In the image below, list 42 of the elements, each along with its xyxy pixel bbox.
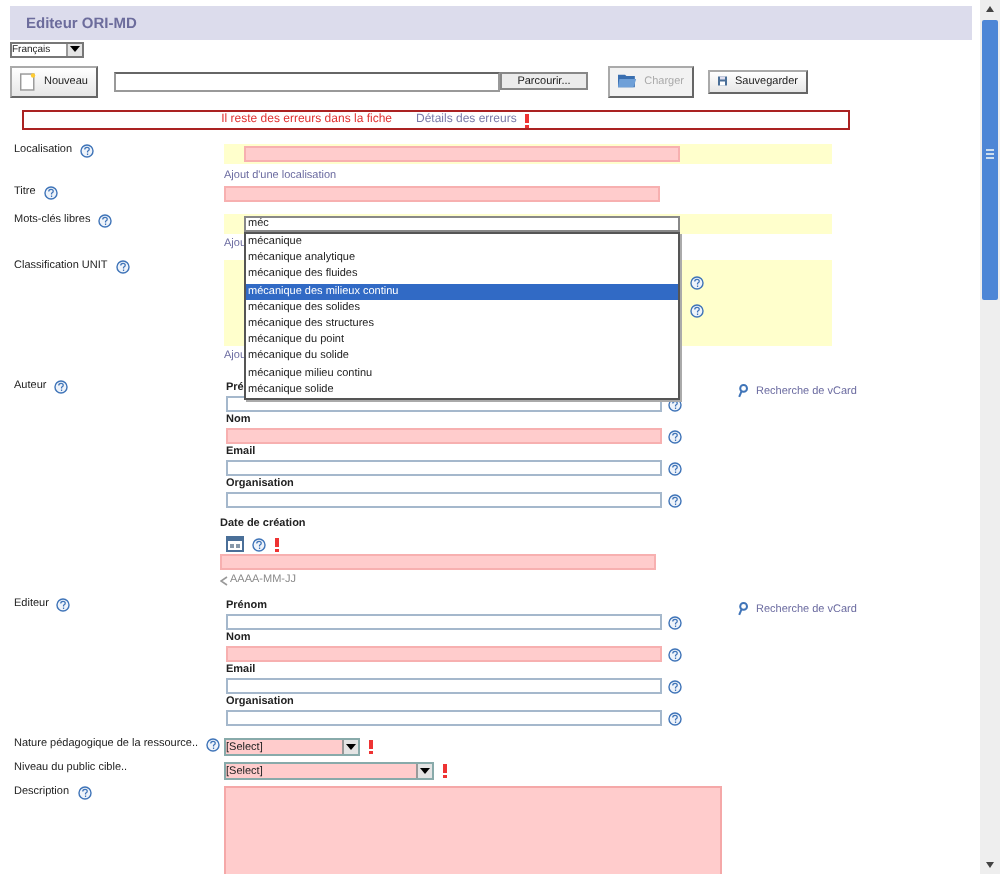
- help-icon[interactable]: [668, 647, 682, 661]
- help-icon[interactable]: [115, 260, 130, 274]
- text-field[interactable]: [226, 646, 662, 662]
- help-icon[interactable]: [54, 380, 69, 394]
- search-icon: [738, 384, 748, 398]
- folder-icon: [618, 70, 637, 92]
- help-icon[interactable]: [668, 615, 682, 629]
- text-field[interactable]: [226, 614, 662, 630]
- text-field[interactable]: [226, 710, 662, 726]
- text-field[interactable]: [226, 428, 662, 444]
- help-icon[interactable]: [668, 429, 682, 443]
- help-icon[interactable]: [43, 186, 58, 200]
- warning-icon: [524, 113, 531, 127]
- help-icon[interactable]: [252, 537, 266, 551]
- help-icon[interactable]: [668, 711, 682, 725]
- scrollbar[interactable]: [980, 0, 1000, 874]
- help-icon[interactable]: [668, 493, 682, 507]
- help-icon[interactable]: [668, 397, 682, 411]
- help-icon[interactable]: [668, 679, 682, 693]
- help-icon[interactable]: [668, 461, 682, 475]
- help-icon[interactable]: [206, 738, 221, 752]
- caret-icon: [346, 743, 356, 751]
- caret-icon: [70, 46, 80, 54]
- help-icon[interactable]: [80, 144, 95, 158]
- search-icon: [738, 602, 748, 616]
- text-field[interactable]: [226, 678, 662, 694]
- text-field[interactable]: [226, 460, 662, 476]
- location-field[interactable]: [244, 146, 680, 162]
- file-path-field[interactable]: [114, 71, 500, 91]
- help-icon[interactable]: [56, 598, 71, 612]
- title-field[interactable]: [224, 186, 660, 202]
- text-field[interactable]: [226, 492, 662, 508]
- caret-icon: [420, 767, 430, 775]
- pointer-icon: [220, 575, 228, 585]
- help-icon[interactable]: [690, 276, 704, 290]
- date-field[interactable]: [220, 554, 656, 570]
- calendar-icon[interactable]: [226, 536, 244, 552]
- document-icon: [20, 69, 36, 93]
- description-field[interactable]: [224, 786, 722, 874]
- help-icon[interactable]: [77, 786, 92, 800]
- help-icon[interactable]: [98, 214, 113, 228]
- help-icon[interactable]: [690, 304, 704, 318]
